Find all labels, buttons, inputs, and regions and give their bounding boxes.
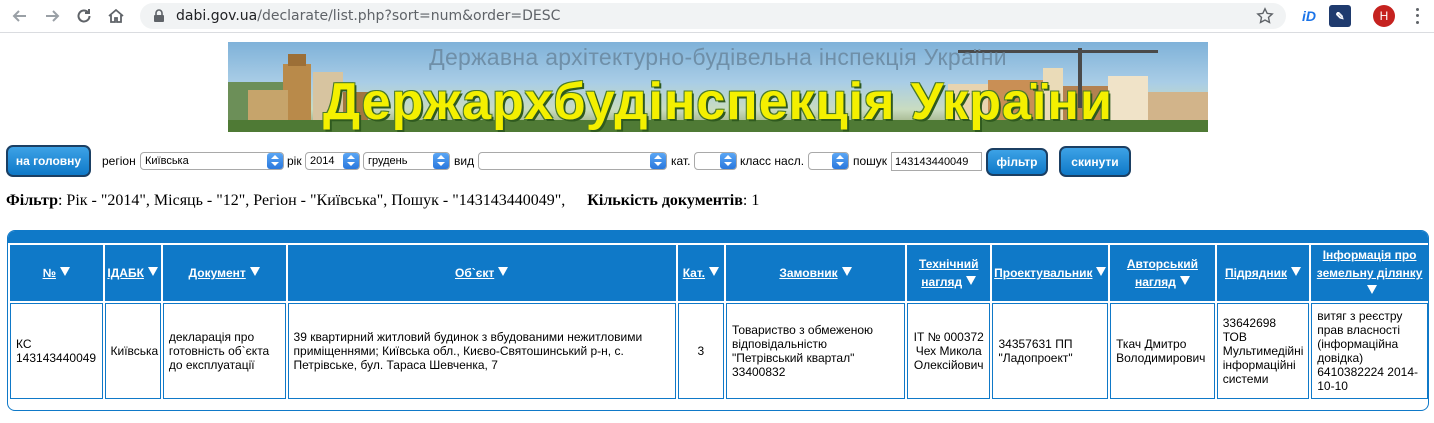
lock-icon (154, 9, 164, 22)
bookmark-star-icon[interactable] (1256, 7, 1274, 25)
sort-desc-icon[interactable] (841, 267, 852, 276)
chevron-updown-icon (832, 153, 848, 169)
cell-category: 3 (677, 303, 724, 399)
col-header-land-info[interactable]: Інформація про земельну ділянку (1311, 245, 1428, 301)
sort-desc-icon[interactable] (59, 267, 70, 276)
col-header-customer[interactable]: Замовник (725, 245, 905, 301)
sort-desc-icon[interactable] (1290, 267, 1301, 276)
cell-contractor: 33642698 ТОВ Мультимедійні інформаційні … (1216, 303, 1310, 399)
cell-idabk: Київська (104, 303, 161, 399)
type-label: вид (454, 154, 475, 168)
reload-icon[interactable] (69, 1, 99, 31)
search-input[interactable] (891, 152, 982, 171)
region-select-value: Київська (145, 155, 189, 167)
profile-avatar[interactable]: H (1373, 5, 1395, 27)
address-bar[interactable]: dabi.gov.ua/declarate/list.php?sort=num&… (140, 3, 1286, 29)
banner-title: Держархбудінспекція України (323, 73, 1113, 131)
cell-designer: 34357631 ПП "Ладопроект" (992, 303, 1109, 399)
col-header-tech-supervision[interactable]: Технічний нагляд (907, 245, 991, 301)
col-header-category[interactable]: Кат. (677, 245, 724, 301)
home-icon[interactable] (101, 1, 131, 31)
year-select[interactable]: 2014 (305, 152, 360, 170)
home-button[interactable]: на головну (6, 145, 91, 177)
cell-object: 39 квартирний житловий будинок з вбудова… (287, 303, 676, 399)
year-label: рік (287, 154, 302, 168)
banner-subtitle: Державна архітектурно-будівельна інспекц… (429, 44, 1007, 70)
class-select[interactable] (808, 152, 849, 170)
col-header-object[interactable]: Об`єкт (287, 245, 676, 301)
forward-icon[interactable] (37, 1, 67, 31)
doc-count-label: Кількість документів (587, 192, 743, 209)
col-header-document[interactable]: Документ (162, 245, 286, 301)
table-row: КС 143143440049 Київська декларація про … (10, 303, 1428, 399)
chevron-updown-icon (433, 153, 449, 169)
col-header-num[interactable]: № (10, 245, 103, 301)
col-header-author-supervision[interactable]: Авторський нагляд (1110, 245, 1215, 301)
filter-summary: Фільтр: Рік - "2014", Місяць - "12", Рег… (6, 192, 759, 210)
filter-button[interactable]: фільтр (986, 148, 1048, 176)
table-header-row: № ІДАБК Документ Об`єкт Кат. Замовник Те… (10, 245, 1428, 301)
category-select[interactable] (694, 152, 737, 170)
category-label: кат. (671, 154, 691, 168)
filter-summary-label: Фільтр (6, 192, 58, 209)
col-header-idabk[interactable]: ІДАБК (104, 245, 161, 301)
cell-customer: Товариство з обмеженою відповідальністю … (725, 303, 905, 399)
chevron-updown-icon (343, 153, 359, 169)
sort-desc-icon[interactable] (249, 267, 260, 276)
col-header-contractor[interactable]: Підрядник (1216, 245, 1310, 301)
doc-count-value: : 1 (742, 192, 760, 209)
back-icon[interactable] (5, 1, 35, 31)
chevron-updown-icon (267, 153, 283, 169)
cell-author-supervision: Ткач Дмитро Володимирович (1110, 303, 1215, 399)
filter-summary-text: : Рік - "2014", Місяць - "12", Регіон - … (57, 192, 566, 209)
month-select[interactable]: грудень (363, 152, 450, 170)
results-table: № ІДАБК Документ Об`єкт Кат. Замовник Те… (7, 230, 1429, 411)
sort-desc-icon[interactable] (1179, 276, 1190, 285)
search-label: пошук (853, 154, 888, 168)
sort-desc-icon[interactable] (1366, 285, 1377, 294)
site-banner: Державна архітектурно-будівельна інспекц… (228, 42, 1208, 132)
chevron-updown-icon (720, 153, 736, 169)
sort-desc-icon[interactable] (147, 267, 158, 276)
type-select[interactable] (478, 152, 667, 170)
browser-toolbar: dabi.gov.ua/declarate/list.php?sort=num&… (0, 0, 1434, 33)
extension-id-icon[interactable]: iD (1298, 5, 1320, 27)
browser-menu-icon[interactable] (1409, 6, 1425, 26)
region-label: регіон (102, 154, 136, 168)
url-path: /declarate/list.php?sort=num&order=DESC (257, 8, 561, 24)
sort-desc-icon[interactable] (709, 267, 720, 276)
extension-pen-icon[interactable]: ✎ (1329, 5, 1351, 27)
col-header-designer[interactable]: Проектувальник (992, 245, 1109, 301)
cell-num: КС 143143440049 (10, 303, 103, 399)
cell-tech-supervision: ІТ № 000372 Чех Микола Олексійович (907, 303, 991, 399)
sort-desc-icon[interactable] (1096, 267, 1107, 276)
reset-button[interactable]: скинути (1059, 146, 1131, 177)
sort-desc-icon[interactable] (966, 276, 977, 285)
class-label: класс насл. (740, 154, 805, 168)
url-host: dabi.gov.ua (176, 8, 258, 24)
year-select-value: 2014 (310, 155, 335, 167)
chevron-updown-icon (650, 153, 666, 169)
sort-desc-icon[interactable] (498, 267, 509, 276)
region-select[interactable]: Київська (140, 152, 284, 170)
cell-document: декларація про готовність об`єкта до екс… (162, 303, 286, 399)
month-select-value: грудень (368, 155, 408, 167)
cell-land-info: витяг з реєстру прав власності (інформац… (1311, 303, 1428, 399)
